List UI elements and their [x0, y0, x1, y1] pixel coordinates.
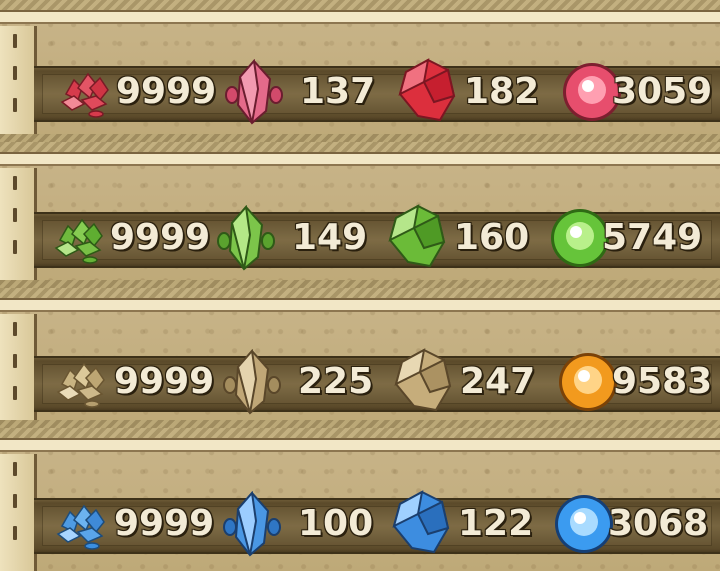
resource-count: 100	[298, 503, 374, 544]
left-edge	[0, 26, 37, 142]
red-large-crystal-icon	[398, 58, 456, 122]
left-edge	[0, 168, 37, 288]
bar	[0, 440, 720, 452]
resource-panel-green: 9999 149 160 5749	[0, 142, 720, 288]
orange-orb-icon	[559, 353, 617, 411]
resource-count: 9999	[114, 361, 215, 402]
resource-count: 137	[300, 71, 376, 112]
blue-ore-cluster-icon	[56, 504, 105, 550]
blue-small-crystal-icon	[223, 491, 281, 557]
rail	[0, 142, 720, 154]
resource-count: 225	[298, 361, 374, 402]
resource-count: 3068	[608, 503, 709, 544]
bar	[0, 12, 720, 24]
blue-large-crystal-icon	[392, 490, 450, 554]
bar	[0, 154, 720, 166]
red-ore-cluster-icon	[60, 72, 109, 118]
blue-orb-icon	[555, 495, 613, 553]
resource-count: 122	[458, 503, 534, 544]
green-large-crystal-icon	[388, 204, 446, 268]
resource-count: 9999	[114, 503, 215, 544]
resource-count: 160	[454, 217, 530, 258]
resource-panel-tan: 9999 225 247 9583	[0, 288, 720, 428]
rail	[0, 288, 720, 300]
tan-small-crystal-icon	[223, 349, 281, 415]
bar	[0, 300, 720, 312]
resource-count: 3059	[612, 71, 713, 112]
green-small-crystal-icon	[217, 205, 275, 271]
left-edge	[0, 454, 37, 571]
resource-count: 5749	[602, 217, 703, 258]
green-ore-cluster-icon	[54, 218, 103, 264]
rail	[0, 428, 720, 440]
resource-panel-red: 9999 137 182 3059	[0, 0, 720, 142]
resource-count: 9999	[116, 71, 217, 112]
resource-count: 9583	[612, 361, 713, 402]
left-edge	[0, 314, 37, 428]
resource-count: 247	[460, 361, 536, 402]
rail	[0, 0, 720, 12]
resource-count: 182	[464, 71, 540, 112]
resource-count: 149	[292, 217, 368, 258]
red-small-crystal-icon	[225, 59, 283, 125]
resource-count: 9999	[110, 217, 211, 258]
tan-large-crystal-icon	[394, 348, 452, 412]
resource-panel-blue: 9999 100 122 3068	[0, 428, 720, 571]
tan-ore-cluster-icon	[56, 362, 105, 408]
